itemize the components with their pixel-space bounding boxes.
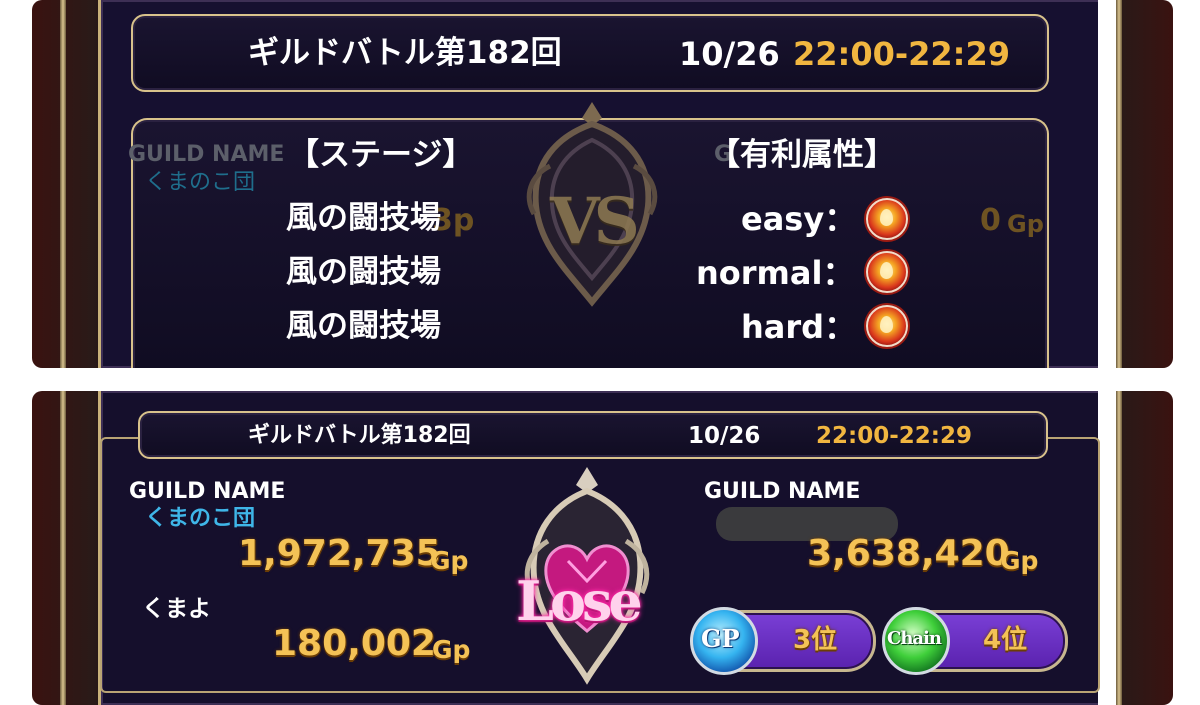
stage-easy: 風の闘技場 xyxy=(286,200,441,236)
battle-date: 10/26 xyxy=(679,35,780,73)
chain-icon: Chain xyxy=(882,607,950,675)
behind-gp-unit: Gp xyxy=(1007,210,1044,238)
left-guild-gp-unit: Gp xyxy=(430,546,469,575)
player-gp-unit: Gp xyxy=(432,635,471,664)
behind-guild-name-label: GUILD NAME xyxy=(128,142,285,167)
chain-rank: 4位 xyxy=(983,625,1028,655)
battle-date: 10/26 xyxy=(688,423,761,449)
stage-hard: 風の闘技場 xyxy=(286,308,441,344)
stage-normal: 風の闘技場 xyxy=(286,254,441,290)
right-guild-label: GUILD NAME xyxy=(704,479,861,504)
stage-header: 【ステージ】 xyxy=(288,137,474,173)
player-name: くまよ xyxy=(142,596,211,622)
battle-title: ギルドバトル第182回 xyxy=(248,35,562,71)
difficulty-normal: normal： xyxy=(696,254,855,292)
top-screenshot: ギルドバトル第182回 10/26 22:00-22:29 GUILD NAME… xyxy=(32,0,1173,368)
battle-title-bar: ギルドバトル第182回 10/26 22:00-22:29 xyxy=(138,411,1048,459)
chain-icon-label: Chain xyxy=(887,628,942,649)
attribute-header: 【有利属性】 xyxy=(709,137,895,173)
result-label: Lose xyxy=(516,569,643,633)
left-pillar xyxy=(60,391,66,705)
behind-gp-right: 0 xyxy=(980,203,1001,238)
gp-icon: GP xyxy=(690,607,758,675)
player-gp: 180,002 xyxy=(272,623,436,664)
gp-icon-label: GP xyxy=(701,624,740,653)
left-guild-gp: 1,972,735 xyxy=(238,533,441,574)
fire-attribute-icon xyxy=(866,198,908,240)
battle-title-bar: ギルドバトル第182回 10/26 22:00-22:29 xyxy=(131,14,1049,92)
right-pillar xyxy=(1116,391,1122,705)
white-gap xyxy=(1098,0,1116,368)
left-guild-name: くまのこ団 xyxy=(145,506,256,531)
right-guild-gp-unit: Gp xyxy=(1000,546,1039,575)
bottom-screenshot: ギルドバトル第182回 10/26 22:00-22:29 GUILD NAME… xyxy=(32,391,1173,705)
battle-time: 22:00-22:29 xyxy=(793,35,1010,73)
left-pillar xyxy=(60,0,66,368)
gp-rank: 3位 xyxy=(793,625,838,655)
battle-time: 22:00-22:29 xyxy=(816,423,972,449)
fire-attribute-icon xyxy=(866,251,908,293)
fire-attribute-icon xyxy=(866,305,908,347)
left-guild-label: GUILD NAME xyxy=(129,479,286,504)
behind-guild-name: くまのこ団 xyxy=(145,170,256,195)
difficulty-easy: easy： xyxy=(741,200,857,238)
right-pillar xyxy=(1116,0,1122,368)
white-gap xyxy=(1098,391,1116,705)
right-guild-gp: 3,638,420 xyxy=(807,533,1010,574)
battle-title: ギルドバトル第182回 xyxy=(248,423,471,448)
difficulty-hard: hard： xyxy=(741,308,857,346)
vs-label: VS xyxy=(550,184,640,259)
